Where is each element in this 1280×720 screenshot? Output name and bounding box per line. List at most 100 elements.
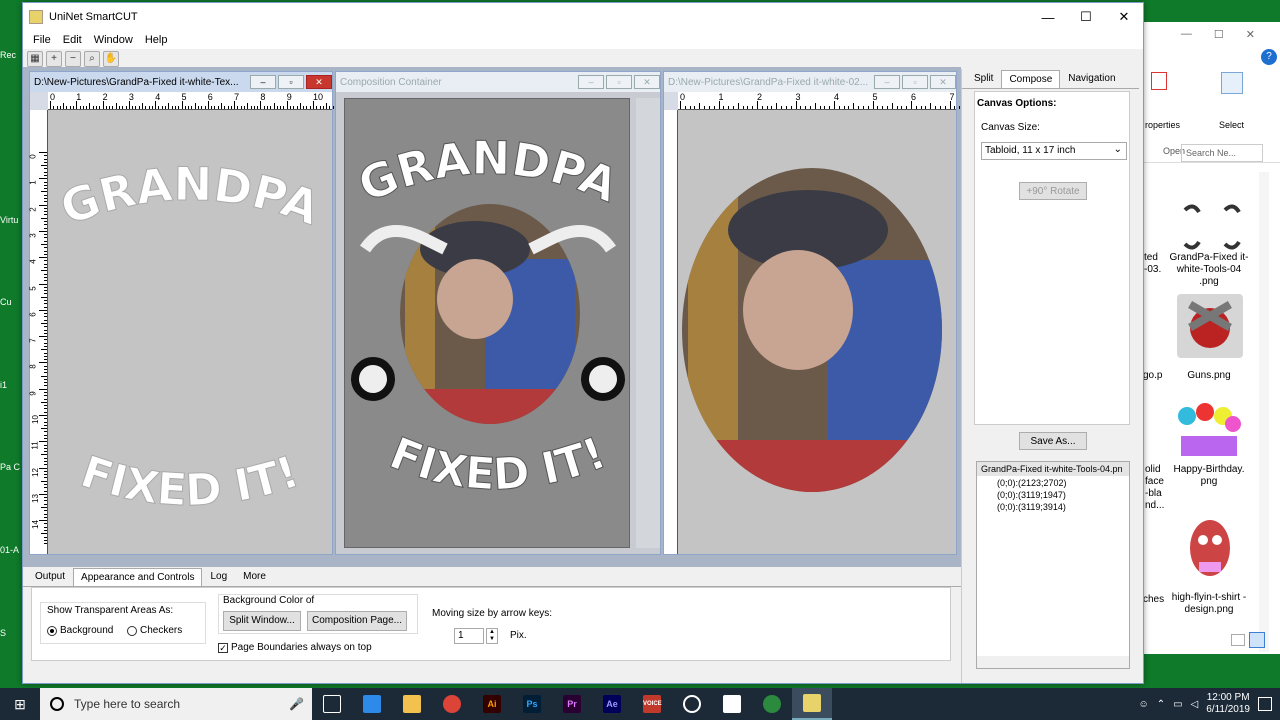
pane-left-minimize[interactable]: – bbox=[250, 75, 276, 89]
thumb-grandpa-tools[interactable] bbox=[1175, 194, 1241, 258]
premiere-icon[interactable]: Pr bbox=[552, 688, 592, 720]
canvas-size-select[interactable]: Tabloid, 11 x 17 inch ⌄ bbox=[981, 142, 1127, 160]
zoom-out-icon[interactable]: − bbox=[65, 51, 81, 67]
file-name[interactable]: Guns.png bbox=[1169, 370, 1249, 382]
pane-center[interactable]: Composition Container – ▫ ✕ GRANDPA FIXE… bbox=[335, 71, 661, 555]
taskbar-search[interactable]: Type here to search 🎤 bbox=[40, 688, 312, 720]
app-icon-color[interactable] bbox=[752, 688, 792, 720]
pane-right-titlebar[interactable]: D:\New-Pictures\GrandPa-Fixed it-white-0… bbox=[664, 72, 956, 92]
desktop-icon-virtual[interactable]: Virtu bbox=[0, 215, 22, 225]
tab-split[interactable]: Split bbox=[966, 69, 1001, 88]
pane-center-minimize[interactable]: – bbox=[578, 75, 604, 89]
tree-hscrollbar[interactable] bbox=[977, 656, 1129, 668]
composition-page[interactable]: GRANDPA FIXED IT! bbox=[344, 98, 630, 548]
tab-appearance[interactable]: Appearance and Controls bbox=[73, 568, 203, 586]
illustrator-icon[interactable]: Ai bbox=[472, 688, 512, 720]
composition-scrollbar[interactable] bbox=[636, 98, 660, 548]
hand-icon[interactable]: ✋ bbox=[103, 51, 119, 67]
rotate-button[interactable]: +90° Rotate bbox=[1019, 182, 1087, 200]
obs-icon[interactable] bbox=[672, 688, 712, 720]
composition-page-button[interactable]: Composition Page... bbox=[307, 611, 407, 631]
chrome-icon[interactable] bbox=[432, 688, 472, 720]
desktop-icon-s[interactable]: S bbox=[0, 628, 22, 638]
tab-output[interactable]: Output bbox=[27, 567, 73, 586]
file-explorer-icon[interactable] bbox=[392, 688, 432, 720]
thumb-high-flyin[interactable] bbox=[1177, 514, 1243, 578]
desktop-icon-01a[interactable]: 01-A bbox=[0, 545, 22, 555]
explorer-minimize-button[interactable]: — bbox=[1181, 28, 1192, 40]
pane-right-close[interactable]: ✕ bbox=[930, 75, 956, 89]
pane-left-maximize[interactable]: ▫ bbox=[278, 75, 304, 89]
menu-edit[interactable]: Edit bbox=[57, 34, 88, 46]
tree-item[interactable]: (0;0):(2123;2702) bbox=[977, 476, 1129, 488]
notepad-icon[interactable] bbox=[712, 688, 752, 720]
thumb-guns[interactable] bbox=[1177, 294, 1243, 358]
microphone-icon[interactable]: 🎤 bbox=[289, 697, 304, 711]
large-icons-view-icon[interactable] bbox=[1249, 632, 1265, 648]
pane-left[interactable]: D:\New-Pictures\GrandPa-Fixed it-white-T… bbox=[29, 71, 337, 555]
file-name[interactable]: high-flyin-t-shirt -design.png bbox=[1169, 592, 1249, 616]
pane-left-close[interactable]: ✕ bbox=[306, 75, 332, 89]
zoom-fit-icon[interactable]: ⌕ bbox=[84, 51, 100, 67]
maximize-button[interactable]: ☐ bbox=[1067, 3, 1105, 31]
desktop-icon-cu[interactable]: Cu bbox=[0, 297, 22, 307]
minimize-button[interactable]: — bbox=[1029, 3, 1067, 31]
refresh-icon[interactable] bbox=[1159, 146, 1169, 156]
tree-item[interactable]: (0;0):(3119;3914) bbox=[977, 500, 1129, 512]
page-boundaries-checkbox[interactable]: ✓ Page Boundaries always on top bbox=[218, 642, 372, 653]
after-effects-icon[interactable]: Ae bbox=[592, 688, 632, 720]
explorer-search-input[interactable]: Search Ne... bbox=[1181, 144, 1263, 162]
photoshop-icon[interactable]: Ps bbox=[512, 688, 552, 720]
pane-center-close[interactable]: ✕ bbox=[634, 75, 660, 89]
file-name[interactable]: Happy-Birthday. png bbox=[1169, 464, 1249, 488]
tab-log[interactable]: Log bbox=[202, 567, 235, 586]
file-name[interactable]: GrandPa-Fixed it-white-Tools-04 .png bbox=[1169, 252, 1249, 288]
pane-right-maximize[interactable]: ▫ bbox=[902, 75, 928, 89]
tab-more[interactable]: More bbox=[235, 567, 274, 586]
split-canvas-left[interactable]: GRANDPA FIXED IT! bbox=[48, 110, 332, 554]
moving-size-spinner[interactable]: ▲ ▼ bbox=[486, 628, 498, 644]
help-icon[interactable]: ? bbox=[1261, 49, 1277, 65]
tree-view[interactable]: GrandPa-Fixed it-white-Tools-04.pn (0;0)… bbox=[976, 461, 1130, 669]
radio-background[interactable]: Background bbox=[47, 625, 113, 636]
pane-right-minimize[interactable]: – bbox=[874, 75, 900, 89]
zoom-in-icon[interactable]: + bbox=[46, 51, 62, 67]
menu-help[interactable]: Help bbox=[139, 34, 174, 46]
moving-size-input[interactable]: 1 bbox=[454, 628, 484, 644]
smartcut-taskbar-icon[interactable] bbox=[792, 688, 832, 720]
store-icon[interactable] bbox=[352, 688, 392, 720]
thumb-happy-birthday[interactable] bbox=[1173, 402, 1241, 466]
details-view-icon[interactable] bbox=[1231, 634, 1245, 646]
tab-navigation[interactable]: Navigation bbox=[1060, 69, 1123, 88]
menu-file[interactable]: File bbox=[27, 34, 57, 46]
explorer-maximize-button[interactable]: ☐ bbox=[1214, 28, 1224, 41]
volume-icon[interactable]: ◁ bbox=[1191, 699, 1199, 710]
ribbon-select-label[interactable]: Select bbox=[1219, 120, 1244, 130]
file-explorer-window[interactable]: — ☐ ✕ ? roperties Open Select Search Ne.… bbox=[1140, 22, 1280, 654]
select-grid-icon[interactable] bbox=[1221, 72, 1243, 94]
menu-window[interactable]: Window bbox=[88, 34, 139, 46]
explorer-close-button[interactable]: ✕ bbox=[1246, 28, 1255, 41]
desktop-icon-i1[interactable]: i1 bbox=[0, 380, 22, 390]
clock[interactable]: 12:00 PM 6/11/2019 bbox=[1206, 692, 1250, 716]
tab-compose[interactable]: Compose bbox=[1001, 70, 1061, 88]
tree-item[interactable]: (0;0):(3119;1947) bbox=[977, 488, 1129, 500]
select-icon[interactable]: ▦ bbox=[27, 51, 43, 67]
split-window-button[interactable]: Split Window... bbox=[223, 611, 301, 631]
pane-center-titlebar[interactable]: Composition Container – ▫ ✕ bbox=[336, 72, 660, 92]
pane-center-maximize[interactable]: ▫ bbox=[606, 75, 632, 89]
pane-left-titlebar[interactable]: D:\New-Pictures\GrandPa-Fixed it-white-T… bbox=[30, 72, 332, 92]
desktop-icon-recycle[interactable]: Rec bbox=[0, 50, 22, 60]
radio-checkers[interactable]: Checkers bbox=[127, 625, 182, 636]
explorer-scrollbar[interactable] bbox=[1259, 172, 1269, 652]
properties-icon[interactable] bbox=[1151, 72, 1167, 90]
smartcut-window[interactable]: UniNet SmartCUT — ☐ ✕ File Edit Window H… bbox=[22, 2, 1144, 684]
start-button[interactable]: ⊞ bbox=[0, 688, 40, 720]
pane-right[interactable]: D:\New-Pictures\GrandPa-Fixed it-white-0… bbox=[663, 71, 985, 555]
notifications-icon[interactable] bbox=[1258, 697, 1272, 711]
voice-meeter-icon[interactable]: VOICE bbox=[632, 688, 672, 720]
network-icon[interactable]: ▭ bbox=[1173, 699, 1182, 710]
save-as-button[interactable]: Save As... bbox=[1019, 432, 1087, 450]
tree-root[interactable]: GrandPa-Fixed it-white-Tools-04.pn bbox=[977, 462, 1129, 476]
chevron-up-icon[interactable]: ⌃ bbox=[1157, 699, 1165, 710]
